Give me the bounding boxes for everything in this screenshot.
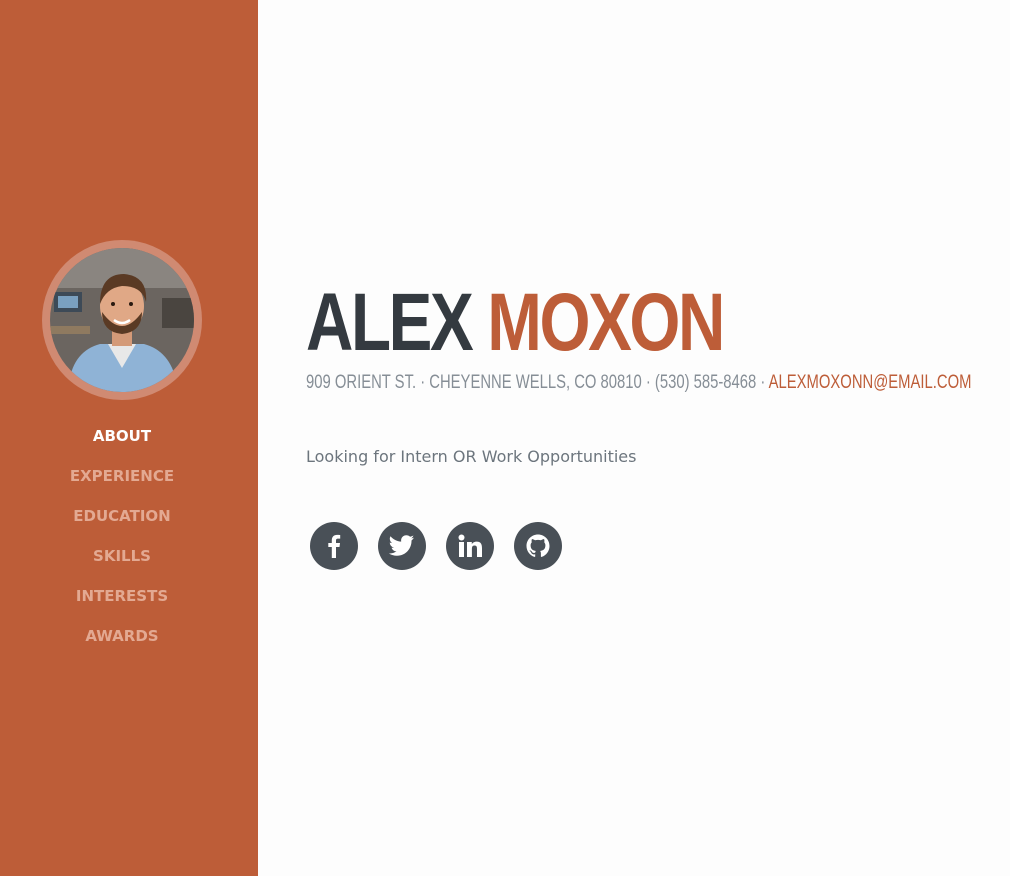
social-icons (310, 522, 562, 570)
avatar[interactable] (42, 240, 202, 400)
address-text: 909 ORIENT ST. · CHEYENNE WELLS, CO 8081… (306, 372, 769, 393)
nav-item-interests[interactable]: INTERESTS (0, 580, 244, 620)
about-section: ALEX MOXON 909 ORIENT ST. · CHEYENNE WEL… (306, 0, 986, 876)
twitter-icon (389, 535, 414, 556)
facebook-icon (328, 534, 341, 558)
nav-item-skills[interactable]: SKILLS (0, 540, 244, 580)
sidebar-nav: ABOUT EXPERIENCE EDUCATION SKILLS INTERE… (0, 420, 244, 660)
nav-item-awards[interactable]: AWARDS (0, 620, 244, 660)
github-button[interactable] (514, 522, 562, 570)
nav-item-experience[interactable]: EXPERIENCE (0, 460, 244, 500)
page-title: ALEX MOXON (306, 277, 725, 368)
lead-text: Looking for Intern OR Work Opportunities (306, 447, 637, 466)
sidebar: ABOUT EXPERIENCE EDUCATION SKILLS INTERE… (0, 0, 258, 876)
profile-photo (50, 248, 194, 392)
first-name: ALEX (306, 277, 474, 368)
nav-item-education[interactable]: EDUCATION (0, 500, 244, 540)
email-link[interactable]: ALEXMOXONN@EMAIL.COM (769, 372, 972, 393)
linkedin-button[interactable] (446, 522, 494, 570)
linkedin-icon (458, 534, 482, 557)
contact-line: 909 ORIENT ST. · CHEYENNE WELLS, CO 8081… (306, 372, 971, 394)
twitter-button[interactable] (378, 522, 426, 570)
github-icon (526, 534, 550, 557)
nav-item-about[interactable]: ABOUT (0, 420, 244, 460)
facebook-button[interactable] (310, 522, 358, 570)
last-name: MOXON (487, 277, 725, 368)
